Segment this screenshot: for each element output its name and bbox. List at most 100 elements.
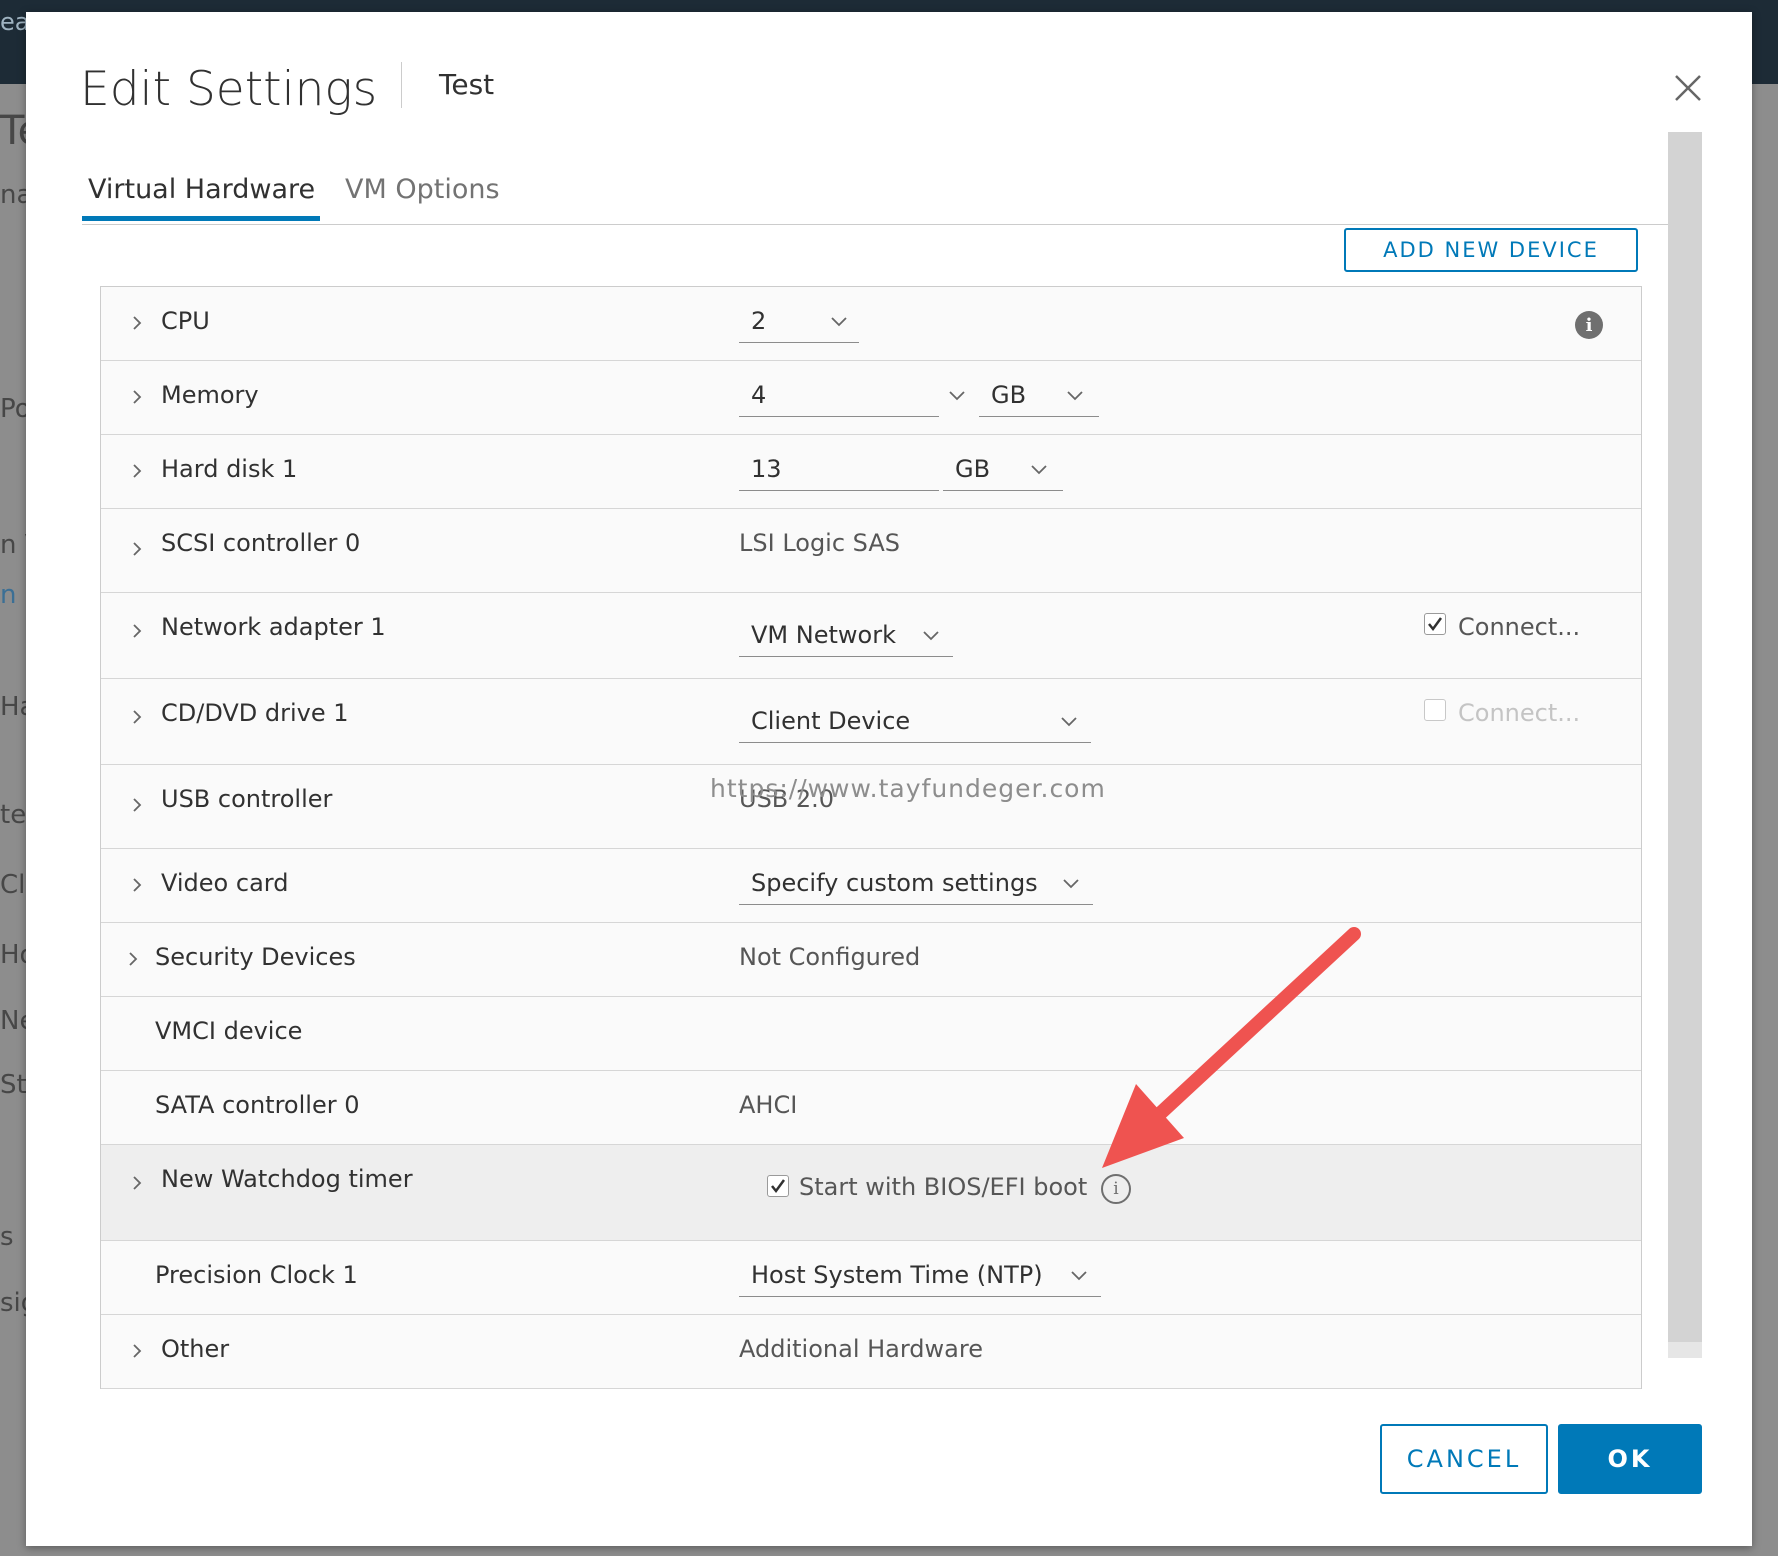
watermark-text: https://www.tayfundeger.com <box>710 774 1106 803</box>
chevron-right-icon[interactable] <box>125 951 141 967</box>
background-text: n V <box>0 530 26 560</box>
chevron-down-icon <box>1067 391 1083 401</box>
connect-label: Connect... <box>1458 613 1581 641</box>
ok-button[interactable]: OK <box>1558 1424 1702 1494</box>
device-label: SATA controller 0 <box>155 1091 360 1119</box>
select-value: 2 <box>751 307 767 335</box>
chevron-right-icon[interactable] <box>129 709 145 725</box>
checkmark-icon <box>771 1179 786 1194</box>
device-row-vmci-device: VMCI device <box>101 997 1641 1071</box>
cd-dvd-connect-checkbox[interactable] <box>1424 699 1446 721</box>
cd-dvd-select[interactable]: Client Device <box>739 703 1091 743</box>
active-tab-indicator <box>82 216 320 221</box>
background-text: n R <box>0 580 26 610</box>
device-label: VMCI device <box>155 1017 303 1045</box>
select-value: Host System Time (NTP) <box>751 1261 1043 1289</box>
device-row-video-card: Video card Specify custom settings <box>101 849 1641 923</box>
background-text: Ha <box>0 692 26 722</box>
background-text: ea <box>0 8 26 36</box>
chevron-down-icon <box>1071 1271 1087 1281</box>
network-select[interactable]: VM Network <box>739 617 953 657</box>
video-card-select[interactable]: Specify custom settings <box>739 865 1093 905</box>
chevron-down-icon <box>1061 717 1077 727</box>
device-value: AHCI <box>739 1091 798 1119</box>
background-text: Po <box>0 394 26 424</box>
select-value: Specify custom settings <box>751 869 1038 897</box>
chevron-right-icon[interactable] <box>129 463 145 479</box>
chevron-right-icon[interactable] <box>129 541 145 557</box>
background-text: St <box>0 1070 26 1100</box>
tab-vm-options[interactable]: VM Options <box>345 174 500 205</box>
device-label: CD/DVD drive 1 <box>161 699 349 727</box>
device-label: Video card <box>161 869 289 897</box>
close-button[interactable] <box>1666 66 1710 110</box>
bios-boot-label: Start with BIOS/EFI boot <box>799 1173 1088 1201</box>
add-new-device-button[interactable]: ADD NEW DEVICE <box>1344 228 1638 272</box>
annotation-arrow-icon <box>1102 927 1361 1168</box>
chevron-right-icon[interactable] <box>129 797 145 813</box>
input-value: 4 <box>751 381 767 409</box>
clock-source-select[interactable]: Host System Time (NTP) <box>739 1257 1101 1297</box>
select-value: GB <box>955 455 991 483</box>
device-label: Network adapter 1 <box>161 613 386 641</box>
dialog-title: Edit Settings <box>80 62 378 117</box>
memory-size-input[interactable]: 4 <box>739 377 939 417</box>
device-row-other: Other Additional Hardware <box>101 1315 1641 1389</box>
background-text: sig <box>0 1288 26 1318</box>
tab-virtual-hardware[interactable]: Virtual Hardware <box>88 174 315 205</box>
device-row-network-adapter: Network adapter 1 VM Network Connect... <box>101 593 1641 679</box>
background-text: Ne <box>0 1006 26 1036</box>
tab-bar: Virtual Hardware VM Options <box>82 160 1688 225</box>
device-value: Not Configured <box>739 943 921 971</box>
device-row-sata-controller: SATA controller 0 AHCI <box>101 1071 1641 1145</box>
select-value: Client Device <box>751 707 911 735</box>
device-row-watchdog-timer: New Watchdog timer Start with BIOS/EFI b… <box>101 1145 1641 1241</box>
chevron-right-icon[interactable] <box>129 389 145 405</box>
chevron-right-icon[interactable] <box>129 1175 145 1191</box>
close-icon <box>1675 75 1701 101</box>
device-value: LSI Logic SAS <box>739 529 901 557</box>
memory-unit-select[interactable]: GB <box>979 377 1099 417</box>
scrollbar-thumb[interactable] <box>1668 132 1702 1342</box>
checkmark-icon <box>1428 617 1443 632</box>
background-text: Ho <box>0 940 26 970</box>
device-row-cpu: CPU 2 i <box>101 287 1641 361</box>
disk-unit-select[interactable]: GB <box>943 451 1063 491</box>
connect-label: Connect... <box>1458 699 1581 727</box>
chevron-right-icon[interactable] <box>129 315 145 331</box>
device-row-security-devices: Security Devices Not Configured <box>101 923 1641 997</box>
background-text: s <box>0 1222 14 1252</box>
device-list: CPU 2 i Memory 4 GB Hard disk 1 13 GB SC… <box>100 286 1642 1389</box>
device-label: Security Devices <box>155 943 356 971</box>
device-row-hard-disk: Hard disk 1 13 GB <box>101 435 1641 509</box>
device-row-scsi-controller: SCSI controller 0 LSI Logic SAS <box>101 509 1641 593</box>
chevron-right-icon[interactable] <box>129 877 145 893</box>
bios-boot-checkbox[interactable] <box>767 1175 789 1197</box>
cpu-count-select[interactable]: 2 <box>739 303 859 343</box>
device-label: SCSI controller 0 <box>161 529 361 557</box>
dialog-subtitle: Test <box>439 68 495 101</box>
network-connect-checkbox[interactable] <box>1424 613 1446 635</box>
background-text: te <box>0 800 26 830</box>
cancel-button[interactable]: CANCEL <box>1380 1424 1548 1494</box>
device-value: Additional Hardware <box>739 1335 983 1363</box>
info-icon[interactable]: i <box>1575 311 1603 339</box>
chevron-down-icon[interactable] <box>949 391 965 401</box>
device-row-cd-dvd-drive: CD/DVD drive 1 Client Device Connect... <box>101 679 1641 765</box>
background-app-right <box>1752 84 1778 1556</box>
chevron-down-icon <box>923 631 939 641</box>
chevron-right-icon[interactable] <box>129 1343 145 1359</box>
edit-settings-dialog: Edit Settings Test Virtual Hardware VM O… <box>26 12 1752 1546</box>
disk-size-input[interactable]: 13 <box>739 451 939 491</box>
chevron-down-icon <box>831 317 847 327</box>
title-separator <box>401 62 402 108</box>
select-value: GB <box>991 381 1027 409</box>
device-label: Other <box>161 1335 230 1363</box>
device-label: CPU <box>161 307 210 335</box>
device-label: Memory <box>161 381 259 409</box>
input-value: 13 <box>751 455 782 483</box>
device-label: New Watchdog timer <box>161 1165 413 1193</box>
chevron-down-icon <box>1031 465 1047 475</box>
select-value: VM Network <box>751 621 896 649</box>
chevron-right-icon[interactable] <box>129 623 145 639</box>
